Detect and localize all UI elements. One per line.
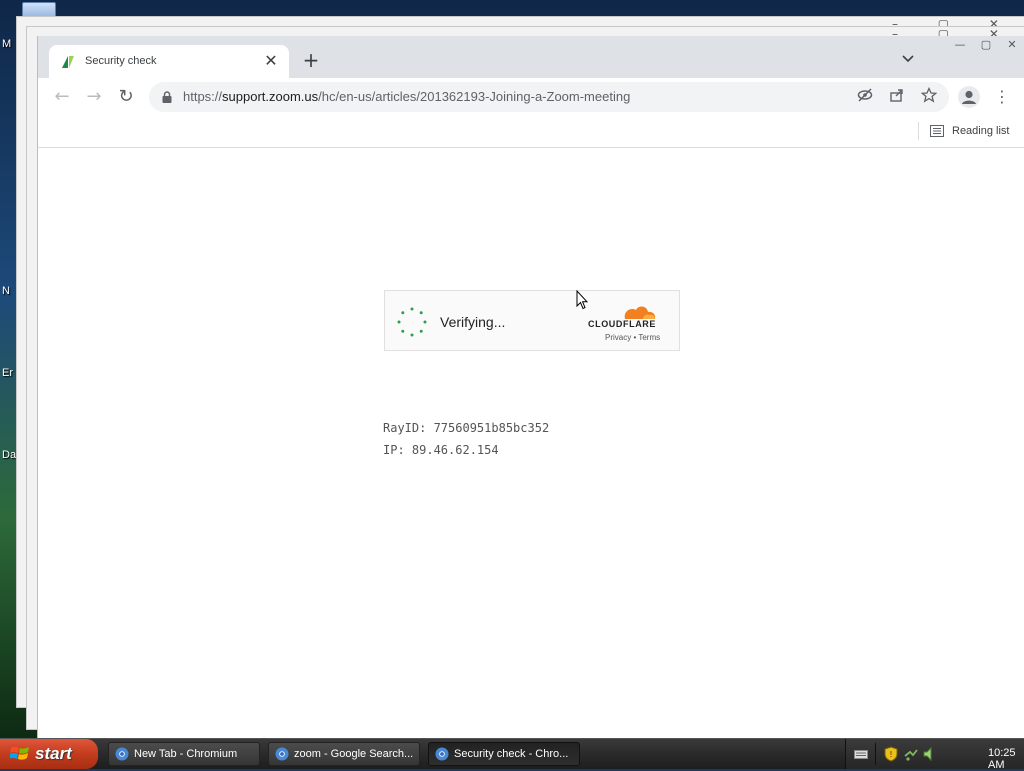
clock: 10:25 AM xyxy=(988,747,1016,771)
window-controls: — ▢ ✕ xyxy=(947,36,1024,54)
browser-window: Security check ✕ + — ▢ ✕ ← → ↻ https://s… xyxy=(37,36,1024,738)
minimize-button[interactable]: — xyxy=(947,36,973,54)
tab-strip: Security check ✕ + — ▢ ✕ xyxy=(38,36,1024,78)
security-shield-icon[interactable]: ! xyxy=(884,746,898,762)
divider xyxy=(875,743,876,765)
url-scheme: https:// xyxy=(183,89,223,104)
reload-button[interactable]: ↻ xyxy=(114,85,138,109)
bookmarks-bar: Reading list xyxy=(38,116,1024,148)
tab-search-icon[interactable] xyxy=(898,52,918,72)
spinner-icon xyxy=(397,307,427,337)
back-button[interactable]: ← xyxy=(50,85,74,109)
taskbar-item-zoom-search[interactable]: zoom - Google Search... xyxy=(268,742,420,766)
browser-toolbar: ← → ↻ https://support.zoom.us/hc/en-us/a… xyxy=(38,78,1024,116)
keyboard-icon[interactable] xyxy=(854,748,868,760)
cloudflare-wordmark: CLOUDFLARE xyxy=(588,319,656,329)
divider xyxy=(918,122,919,140)
system-tray: ! 10:25 AM xyxy=(845,739,1024,771)
reading-list-button[interactable]: Reading list xyxy=(930,121,1009,141)
url-host: support.zoom.us xyxy=(222,89,319,104)
bookmark-star-icon[interactable] xyxy=(919,86,939,107)
taskbar-item-label: zoom - Google Search... xyxy=(294,748,414,760)
eye-slash-icon[interactable] xyxy=(855,87,875,107)
desktop-icon-label[interactable]: Da xyxy=(2,449,16,461)
url-text[interactable]: https://support.zoom.us/hc/en-us/article… xyxy=(183,89,630,104)
tab-title: Security check xyxy=(85,55,157,67)
page-content: Verifying... CLOUDFLARE Privacy • Terms … xyxy=(38,148,1024,738)
network-icon[interactable] xyxy=(904,746,918,762)
chromium-icon xyxy=(435,747,449,761)
profile-avatar-icon[interactable] xyxy=(958,86,980,108)
tab-security-check[interactable]: Security check ✕ xyxy=(49,45,289,78)
reading-list-icon xyxy=(930,125,944,137)
new-tab-button[interactable]: + xyxy=(300,50,322,72)
reading-list-label: Reading list xyxy=(952,125,1010,137)
start-button[interactable]: start xyxy=(0,739,98,769)
chromium-icon xyxy=(275,747,289,761)
share-icon[interactable] xyxy=(887,87,907,107)
privacy-terms-links[interactable]: Privacy • Terms xyxy=(605,333,660,342)
kebab-menu-icon[interactable]: ⋮ xyxy=(994,85,1010,109)
tab-close-icon[interactable]: ✕ xyxy=(261,51,281,71)
taskbar-item-label: Security check - Chro... xyxy=(454,748,569,760)
maximize-button[interactable]: ▢ xyxy=(973,36,999,54)
lock-icon[interactable] xyxy=(161,91,173,103)
desktop-icon-label[interactable]: Er xyxy=(2,367,13,379)
address-bar[interactable]: https://support.zoom.us/hc/en-us/article… xyxy=(149,82,949,112)
close-window-button[interactable]: ✕ xyxy=(999,36,1024,54)
url-path: /hc/en-us/articles/201362193-Joining-a-Z… xyxy=(318,89,631,104)
forward-button[interactable]: → xyxy=(82,85,106,109)
desktop-icon-label[interactable]: M xyxy=(2,38,11,50)
taskbar-item-label: New Tab - Chromium xyxy=(134,748,238,760)
svg-text:!: ! xyxy=(889,750,892,759)
chromium-icon xyxy=(115,747,129,761)
taskbar-item-new-tab[interactable]: New Tab - Chromium xyxy=(108,742,260,766)
taskbar: start New Tab - Chromium zoom - Google S… xyxy=(0,738,1024,771)
windows-flag-icon xyxy=(10,746,29,760)
desktop-icon-label[interactable]: N xyxy=(2,285,10,297)
ip-address: IP: 89.46.62.154 xyxy=(383,443,499,457)
verifying-status: Verifying... xyxy=(440,314,506,330)
start-label: start xyxy=(35,744,72,763)
taskbar-item-security-check[interactable]: Security check - Chro... xyxy=(428,742,580,766)
cloudflare-challenge-widget[interactable]: Verifying... CLOUDFLARE Privacy • Terms xyxy=(384,290,680,351)
ray-id: RayID: 77560951b85bc352 xyxy=(383,421,550,435)
zendesk-favicon-icon xyxy=(62,56,74,68)
mouse-cursor-icon xyxy=(576,290,588,310)
volume-icon[interactable] xyxy=(922,746,936,762)
